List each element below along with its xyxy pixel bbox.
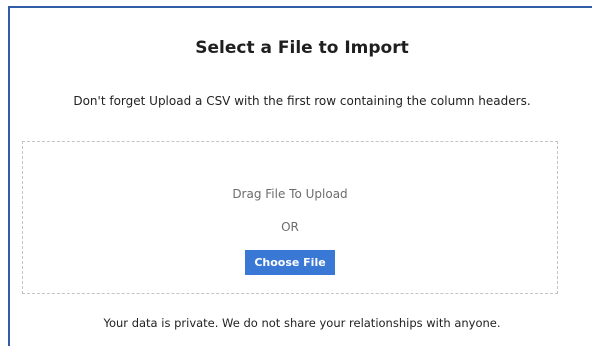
or-separator: OR [281, 220, 299, 234]
drag-file-label: Drag File To Upload [232, 187, 348, 201]
privacy-note: Your data is private. We do not share yo… [103, 316, 501, 330]
file-drop-zone[interactable]: Drag File To Upload OR Choose File [22, 141, 558, 294]
choose-file-button[interactable]: Choose File [245, 250, 335, 275]
upload-instructions: Don't forget Upload a CSV with the first… [73, 94, 531, 108]
dialog-title: Select a File to Import [195, 38, 409, 58]
import-dialog: Select a File to Import Don't forget Upl… [8, 6, 592, 346]
